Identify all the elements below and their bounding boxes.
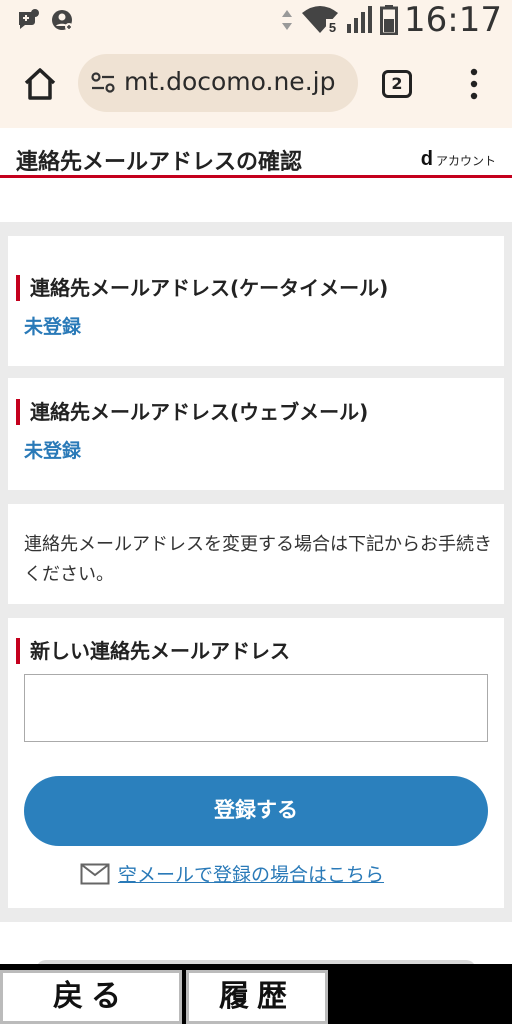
notice-text: 連絡先メールアドレスを変更する場合は下記からお手続きください。 [24, 534, 492, 585]
more-vert-icon[interactable] [462, 66, 486, 102]
mail-icon [80, 863, 110, 884]
mobile-mail-title: 連絡先メールアドレス(ケータイメール) [16, 275, 388, 301]
d-logo-mark: d [420, 148, 433, 170]
d-account-label: アカウント [435, 154, 496, 168]
new-address-card: 新しい連絡先メールアドレス 登録する 空メールで登録の場合はこちら [8, 618, 504, 908]
address-bar[interactable]: mt.docomo.ne.jp [78, 54, 358, 112]
network-type-label: 5 [329, 20, 336, 35]
main-content: 連絡先メールアドレス(ケータイメール) 未登録 連絡先メールアドレス(ウェブメー… [0, 178, 512, 980]
web-mail-status: 未登録 [24, 440, 82, 462]
notice-card: 連絡先メールアドレスを変更する場合は下記からお手続きください。 [8, 504, 504, 604]
url-text: mt.docomo.ne.jp [124, 67, 336, 96]
empty-mail-row: 空メールで登録の場合はこちら [80, 860, 384, 887]
signal-icon [347, 6, 373, 33]
data-arrows-icon [282, 10, 293, 30]
back-button[interactable]: 戻る [0, 970, 182, 1024]
mobile-mail-card: 連絡先メールアドレス(ケータイメール) 未登録 [8, 236, 504, 366]
web-mail-title: 連絡先メールアドレス(ウェブメール) [16, 399, 368, 425]
wifi-icon: 5 [302, 6, 340, 35]
page-title: 連絡先メールアドレスの確認 [16, 150, 303, 175]
new-email-input[interactable] [24, 674, 488, 742]
tab-switcher-button[interactable]: 2 [382, 70, 412, 98]
battery-icon [380, 5, 399, 35]
empty-mail-link[interactable]: 空メールで登録の場合はこちら [118, 860, 384, 887]
web-mail-card: 連絡先メールアドレス(ウェブメール) 未登録 [8, 378, 504, 490]
clock: 16:17 [404, 0, 502, 40]
home-icon[interactable] [20, 64, 60, 104]
mobile-mail-status: 未登録 [24, 316, 82, 338]
history-button[interactable]: 履歴 [186, 970, 328, 1024]
chat-bubble-add-icon [19, 9, 39, 29]
d-account-logo: d アカウント [421, 148, 496, 171]
site-settings-icon[interactable] [90, 71, 116, 95]
register-button[interactable]: 登録する [24, 776, 488, 846]
bottom-nav: 戻る 履歴 [0, 964, 512, 1024]
account-sync-icon [52, 10, 73, 31]
browser-toolbar: mt.docomo.ne.jp 2 [0, 40, 512, 128]
status-bar: 5 16:17 [0, 0, 512, 40]
page-header: 連絡先メールアドレスの確認 d アカウント [0, 128, 512, 178]
new-address-title: 新しい連絡先メールアドレス [16, 638, 290, 664]
